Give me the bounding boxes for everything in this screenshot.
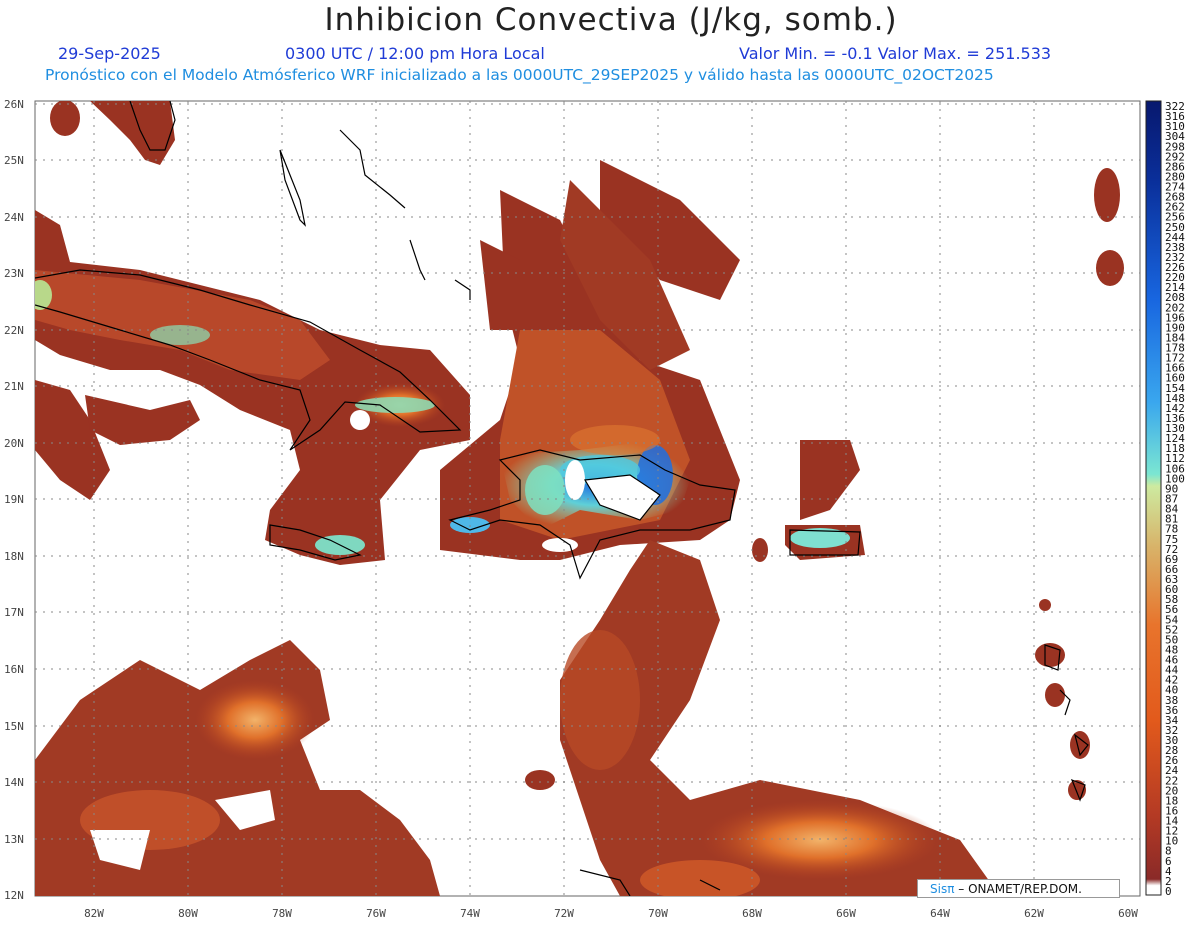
lon-label: 78W [272,907,292,920]
lon-label: 80W [178,907,198,920]
lat-label: 15N [4,720,24,733]
lon-label: 74W [460,907,480,920]
lat-label: 12N [4,889,24,902]
lon-label: 66W [836,907,856,920]
colorbar-labels: 3223163103042982922862802742682622562502… [1165,100,1185,898]
lon-label: 76W [366,907,386,920]
colorbar [1145,100,1162,896]
lat-label: 24N [4,211,24,224]
lon-label: 64W [930,907,950,920]
lon-label: 72W [554,907,574,920]
sispi-logo-text: Sisπ [930,882,955,896]
lat-label: 17N [4,606,24,619]
lat-label: 25N [4,154,24,167]
lon-label: 82W [84,907,104,920]
credit-box: Sisπ – ONAMET/REP.DOM. [917,879,1120,898]
lat-label: 23N [4,267,24,280]
lon-label: 68W [742,907,762,920]
latitude-labels: 26N 25N 24N 23N 22N 21N 20N 19N 18N 17N … [4,98,24,902]
lon-label: 60W [1118,907,1138,920]
lat-label: 22N [4,324,24,337]
lat-label: 18N [4,550,24,563]
lon-label: 62W [1024,907,1044,920]
lat-label: 13N [4,833,24,846]
lat-label: 19N [4,493,24,506]
lat-label: 20N [4,437,24,450]
lat-label: 14N [4,776,24,789]
colorbar-tick-label: 0 [1165,885,1172,898]
lat-label: 21N [4,380,24,393]
lon-label: 70W [648,907,668,920]
credit-text: – ONAMET/REP.DOM. [958,882,1082,896]
map-figure: 26N 25N 24N 23N 22N 21N 20N 19N 18N 17N … [4,98,1185,920]
lat-label: 16N [4,663,24,676]
lat-label: 26N [4,98,24,111]
longitude-labels: 82W 80W 78W 76W 74W 72W 70W 68W 66W 64W … [84,907,1138,920]
